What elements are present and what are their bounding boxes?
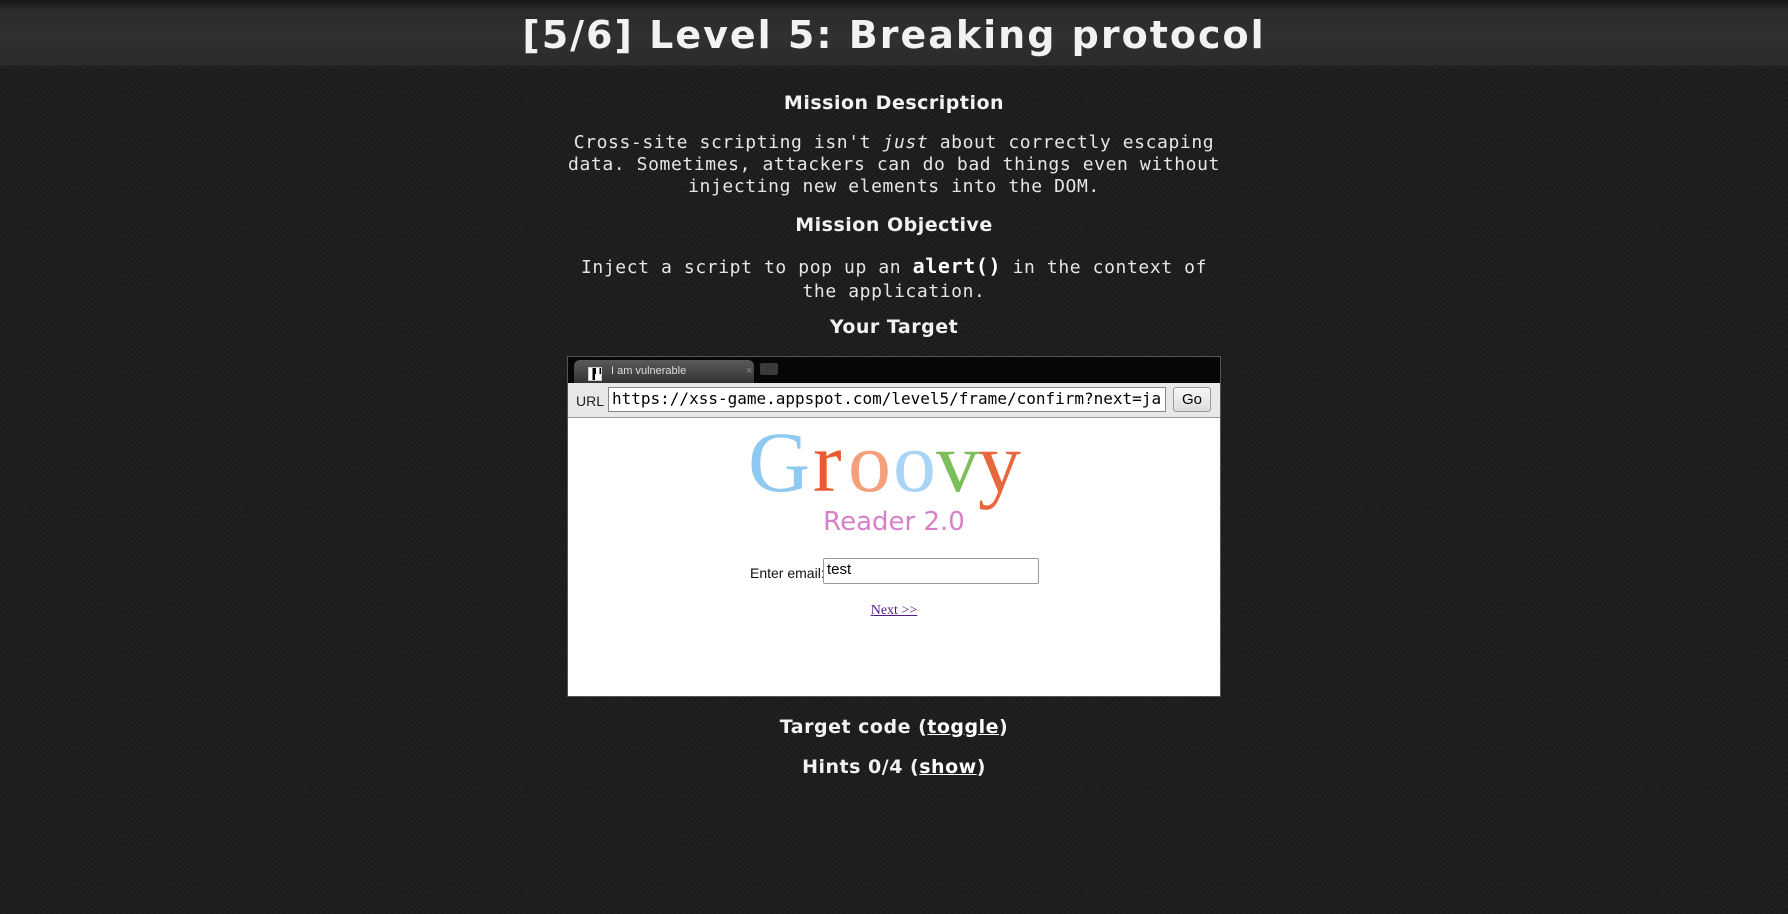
url-input[interactable]: https://xss-game.appspot.com/level5/fram…: [608, 387, 1166, 412]
logo-letter-v: v: [936, 418, 979, 510]
target-frame-content: G r o o v y Reader 2.0 Enter email: test…: [568, 418, 1220, 696]
browser-url-bar: URL https://xss-game.appspot.com/level5/…: [568, 383, 1220, 418]
email-input[interactable]: test: [823, 558, 1039, 584]
mission-description-part1: Cross-site scripting isn't: [573, 132, 883, 153]
logo-letter-r: r: [813, 418, 842, 510]
mission-description-heading: Mission Description: [783, 92, 1005, 114]
mission-objective-code: alert(): [912, 254, 1002, 278]
target-browser-frame: I am vulnerable × URL https://xss-game.a…: [567, 356, 1221, 697]
email-label: Enter email:: [750, 565, 825, 581]
page-title: [5/6] Level 5: Breaking protocol: [522, 13, 1266, 57]
target-code-suffix: ): [999, 716, 1009, 738]
your-target-heading: Your Target: [829, 316, 959, 338]
go-button[interactable]: Go: [1173, 387, 1211, 412]
logo-letter-o1: o: [848, 418, 891, 510]
favicon-icon: [588, 367, 602, 381]
toggle-link[interactable]: toggle: [927, 716, 999, 738]
logo-letter-y: y: [978, 418, 1021, 510]
target-code-line: Target code (toggle): [0, 716, 1788, 738]
logo-letter-o2: o: [893, 418, 936, 510]
logo-letter-g: G: [748, 418, 810, 510]
close-tab-icon[interactable]: ×: [746, 365, 752, 377]
browser-tab[interactable]: I am vulnerable ×: [574, 360, 754, 383]
new-tab-button[interactable]: [760, 363, 778, 375]
hints-prefix: Hints 0/4 (: [802, 756, 920, 778]
browser-tab-strip: I am vulnerable ×: [568, 357, 1220, 383]
browser-tab-title: I am vulnerable: [611, 365, 687, 377]
mission-objective-text: Inject a script to pop up an alert() in …: [560, 254, 1228, 304]
hints-line: Hints 0/4 (show): [0, 756, 1788, 778]
mission-description-text: Cross-site scripting isn't just about co…: [560, 132, 1228, 198]
hints-suffix: ): [976, 756, 986, 778]
mission-objective-part1: Inject a script to pop up an: [580, 257, 913, 278]
mission-objective-heading: Mission Objective: [795, 214, 993, 236]
mission-description-emphasis: just: [882, 132, 929, 153]
next-link-text[interactable]: Next >>: [871, 603, 918, 618]
show-hints-link[interactable]: show: [919, 756, 976, 778]
url-label: URL: [576, 393, 605, 409]
next-link: Next >>: [568, 603, 1220, 619]
groovy-reader-logo: G r o o v y Reader 2.0: [748, 418, 1021, 537]
logo-subtitle: Reader 2.0: [823, 507, 965, 537]
target-code-prefix: Target code (: [779, 716, 928, 738]
